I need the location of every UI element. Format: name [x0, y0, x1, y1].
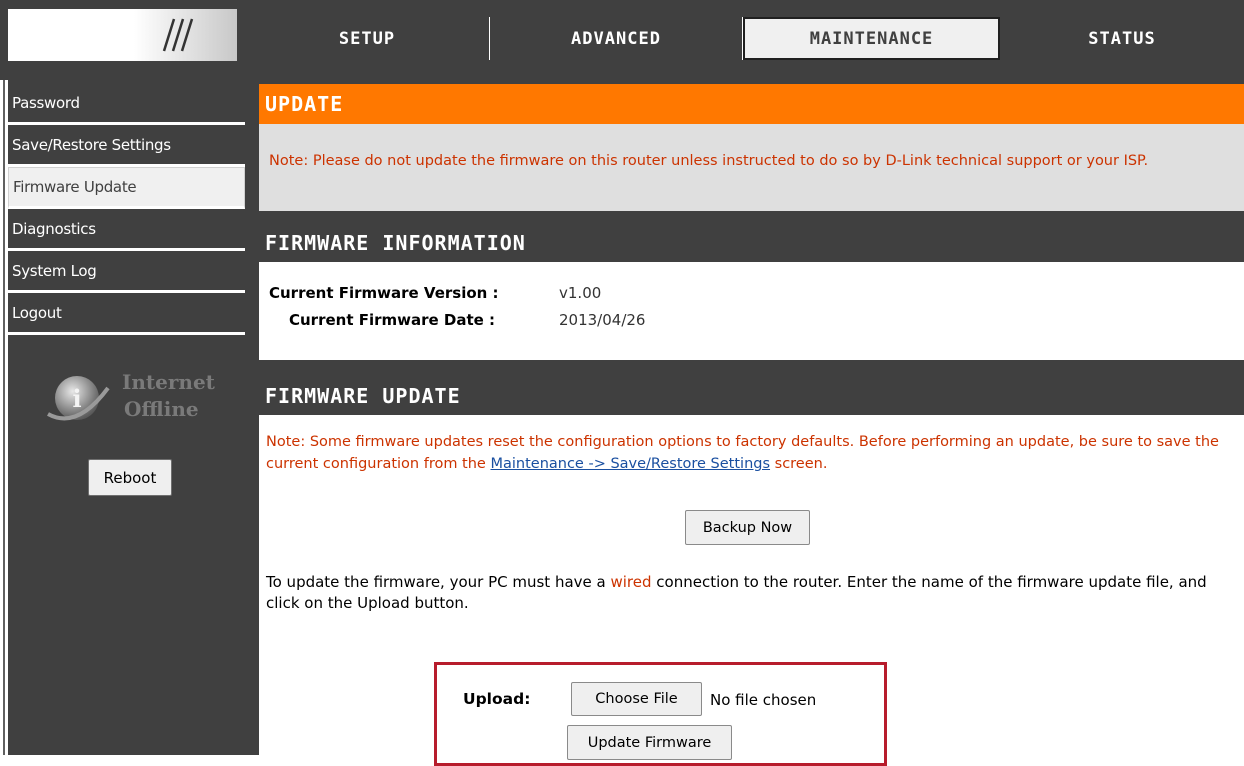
sidebar-item-password[interactable]: Password	[8, 83, 245, 125]
firmware-update-panel: Note: Some firmware updates reset the co…	[259, 415, 1244, 766]
sidebar-item-diagnostics[interactable]: Diagnostics	[8, 209, 245, 251]
left-column: Password Save/Restore Settings Firmware …	[0, 80, 245, 755]
reboot-button[interactable]: Reboot	[88, 459, 172, 496]
svg-text:i: i	[72, 384, 81, 413]
backup-now-button[interactable]: Backup Now	[685, 510, 810, 545]
tab-advanced[interactable]: ADVANCED	[490, 17, 743, 60]
sidebar-item-save-restore-settings[interactable]: Save/Restore Settings	[8, 125, 245, 167]
tab-maintenance[interactable]: MAINTENANCE	[743, 17, 1000, 60]
sidebar-item-firmware-update[interactable]: Firmware Update	[8, 167, 245, 209]
firmware-information-title: FIRMWARE INFORMATION	[259, 224, 1244, 262]
firmware-update-title: FIRMWARE UPDATE	[259, 377, 1244, 415]
firmware-version-label: Current Firmware Version :	[269, 284, 499, 302]
instructions-text: To update the firmware, your PC must hav…	[266, 573, 611, 591]
top-navigation-bar: SETUP ADVANCED MAINTENANCE STATUS	[0, 0, 1244, 80]
firmware-version-value: v1.00	[559, 284, 602, 302]
firmware-update-note-end: screen.	[770, 456, 828, 472]
firmware-date-value: 2013/04/26	[559, 311, 646, 329]
no-file-chosen-text: No file chosen	[710, 691, 817, 709]
firmware-update-note: Note: Some firmware updates reset the co…	[266, 431, 1241, 475]
internet-status-label: Internet	[122, 370, 215, 394]
save-restore-settings-link[interactable]: Maintenance -> Save/Restore Settings	[490, 456, 770, 472]
upload-instructions: To update the firmware, your PC must hav…	[266, 572, 1241, 614]
upload-highlight-frame: Upload: Choose File No file chosen Updat…	[434, 662, 887, 766]
internet-status: i Internet Offline	[44, 370, 244, 430]
firmware-information-panel: Current Firmware Version : v1.00 Current…	[259, 262, 1244, 360]
choose-file-button[interactable]: Choose File	[571, 682, 702, 716]
update-section-title: UPDATE	[259, 84, 1244, 124]
sidebar-menu: Password Save/Restore Settings Firmware …	[8, 83, 245, 335]
instructions-wired-text: wired	[610, 573, 652, 591]
main-content: UPDATE Note: Please do not update the fi…	[245, 80, 1244, 766]
tab-setup[interactable]: SETUP	[245, 17, 490, 60]
offline-status-label: Offline	[124, 397, 199, 421]
sidebar-item-system-log[interactable]: System Log	[8, 251, 245, 293]
info-globe-icon: i	[47, 376, 110, 421]
upload-label: Upload:	[463, 690, 531, 708]
sidebar-item-logout[interactable]: Logout	[8, 293, 245, 335]
update-note: Note: Please do not update the firmware …	[259, 124, 1244, 211]
left-border-strip	[0, 80, 8, 755]
tab-status[interactable]: STATUS	[1000, 17, 1244, 60]
logo	[8, 9, 237, 61]
slashes-logo-icon	[162, 18, 194, 52]
firmware-date-label: Current Firmware Date :	[289, 311, 496, 329]
